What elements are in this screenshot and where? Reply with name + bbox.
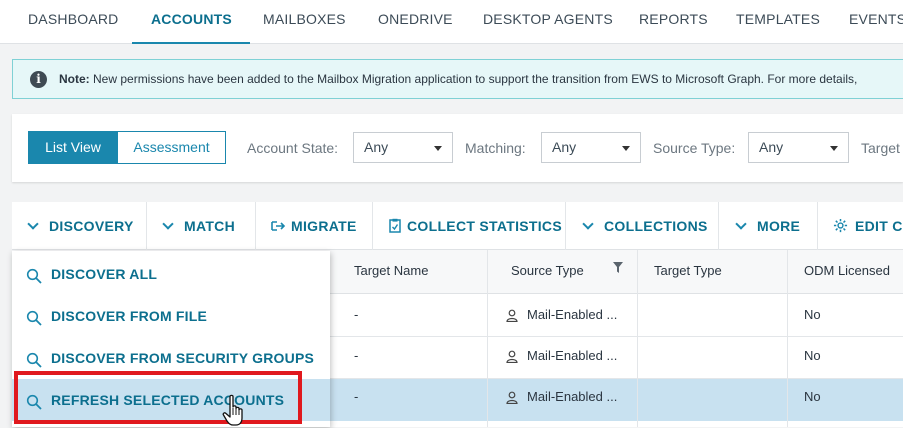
more-button[interactable]: MORE [735,202,801,250]
tab-reports[interactable]: REPORTS [639,0,708,44]
tab-onedrive[interactable]: ONEDRIVE [378,0,453,44]
divider [255,202,256,250]
list-view-button[interactable]: List View [28,131,118,164]
menu-item-label: DISCOVER FROM SECURITY GROUPS [51,350,315,366]
migrate-button[interactable]: MIGRATE [271,202,357,250]
user-icon [506,391,518,404]
action-bar: DISCOVERY MATCH MIGRATE COLLECT STATISTI… [12,202,903,250]
more-label: MORE [757,218,801,234]
divider [372,202,373,250]
source-type-label: Source Type: [653,140,736,156]
divider [146,202,147,250]
account-state-value: Any [364,139,389,155]
matching-label: Matching: [465,140,526,156]
divider [718,202,719,250]
top-nav: DASHBOARD ACCOUNTS MAILBOXES ONEDRIVE DE… [0,0,903,44]
tab-desktop-agents[interactable]: DESKTOP AGENTS [483,0,613,44]
column-header-odm-licensed[interactable]: ODM Licensed [804,250,890,294]
column-divider [637,250,638,427]
cell-source-type: Mail-Enabled ... [527,348,618,363]
cell-target-name: - [354,348,359,363]
source-type-value: Any [759,139,784,155]
info-banner: i Note: New permissions have been added … [12,59,903,99]
tab-dashboard[interactable]: DASHBOARD [28,0,118,44]
discovery-button[interactable]: DISCOVERY [27,202,134,250]
search-icon [26,268,42,284]
tab-mailboxes[interactable]: MAILBOXES [263,0,346,44]
cell-source-type: Mail-Enabled ... [527,307,618,322]
divider [817,202,818,250]
assessment-button[interactable]: Assessment [117,131,226,164]
user-icon [506,350,518,363]
edit-columns-button[interactable]: EDIT CO [833,202,903,250]
chevron-down-icon [27,218,39,230]
highlight-annotation-box [14,371,302,424]
cell-odm-licensed: No [804,389,821,404]
match-label: MATCH [184,218,236,234]
target-type-label: Target [861,140,900,156]
column-divider [487,250,488,427]
collections-label: COLLECTIONS [604,218,708,234]
menu-item-label: DISCOVER FROM FILE [51,308,208,324]
clipboard-icon [389,218,401,233]
search-icon [26,352,42,368]
matching-select[interactable]: Any [541,132,641,163]
user-icon [506,309,518,322]
match-button[interactable]: MATCH [162,202,236,250]
hand-pointer-cursor-icon [222,394,243,426]
tab-templates[interactable]: TEMPLATES [736,0,820,44]
matching-value: Any [552,139,577,155]
cell-odm-licensed: No [804,307,821,322]
caret-down-icon [622,146,630,151]
column-header-source-type[interactable]: Source Type [511,250,584,294]
account-state-select[interactable]: Any [353,132,453,163]
tab-events[interactable]: EVENTS [849,0,903,44]
filter-toolbar: List View Assessment Account State: Any … [12,114,903,182]
caret-down-icon [434,146,442,151]
divider [565,202,566,250]
column-header-target-type[interactable]: Target Type [654,250,722,294]
cell-source-type: Mail-Enabled ... [527,389,618,404]
source-type-select[interactable]: Any [748,132,849,163]
cell-target-name: - [354,389,359,404]
gear-icon [833,218,848,233]
filter-icon[interactable] [613,262,623,273]
cell-odm-licensed: No [804,348,821,363]
migrate-icon [271,221,286,231]
tab-accounts[interactable]: ACCOUNTS [132,0,250,44]
account-state-label: Account State: [247,140,339,156]
chevron-down-icon [162,218,174,230]
search-icon [26,310,42,326]
collect-statistics-label: COLLECT STATISTICS [407,218,562,234]
collect-statistics-button[interactable]: COLLECT STATISTICS [389,202,562,250]
chevron-down-icon [735,218,747,230]
menu-item-label: DISCOVER ALL [51,266,158,282]
menu-item-discover-from-file[interactable]: DISCOVER FROM FILE [12,295,330,337]
migrate-label: MIGRATE [291,218,357,234]
banner-text: Note: New permissions have been added to… [59,72,857,86]
banner-message: New permissions have been added to the M… [89,72,858,86]
chevron-down-icon [582,218,594,230]
column-header-target-name[interactable]: Target Name [354,250,428,294]
caret-down-icon [830,146,838,151]
discovery-label: DISCOVERY [49,218,134,234]
info-icon: i [30,71,47,88]
column-divider [787,250,788,427]
banner-note-label: Note: [59,72,90,86]
cell-target-name: - [354,307,359,322]
collections-button[interactable]: COLLECTIONS [582,202,708,250]
menu-item-discover-all[interactable]: DISCOVER ALL [12,253,330,295]
edit-columns-label: EDIT CO [855,218,903,234]
